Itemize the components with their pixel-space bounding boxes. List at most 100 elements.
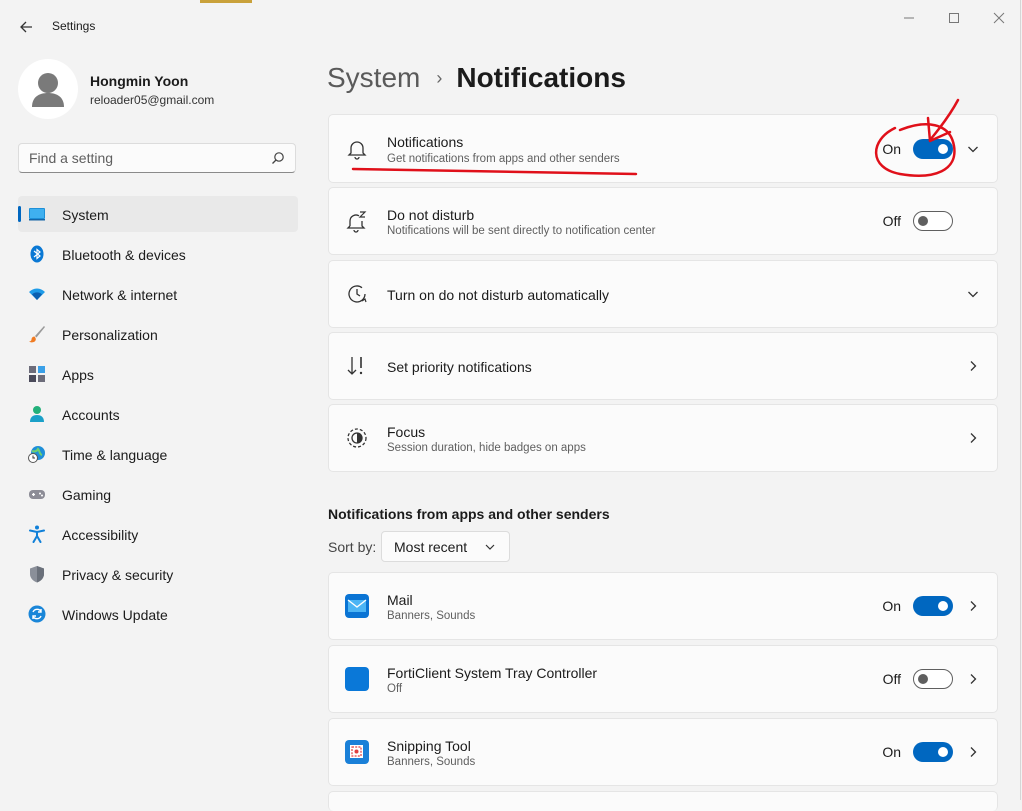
sort-dropdown[interactable]: Most recent [381, 531, 510, 562]
sidebar-item-label: Windows Update [62, 607, 168, 623]
chevron-down-icon [485, 544, 495, 550]
bell-zz-icon [346, 211, 367, 233]
chevron-right-icon[interactable] [967, 432, 979, 444]
sidebar-item-label: Apps [62, 367, 94, 383]
app-subtitle: Off [387, 683, 403, 695]
sidebar-item-label: Network & internet [62, 287, 178, 303]
setting-title: Notifications [387, 134, 464, 150]
maximize-icon [949, 13, 959, 23]
app-row-snipping-tool[interactable]: Snipping Tool Banners, Sounds On [328, 718, 998, 786]
app-row-forticlient[interactable]: FortiClient System Tray Controller Off O… [328, 645, 998, 713]
sidebar-item-gaming[interactable]: Gaming [18, 476, 298, 512]
dnd-automatic-row[interactable]: Turn on do not disturb automatically [328, 260, 998, 328]
setting-subtitle: Get notifications from apps and other se… [387, 153, 620, 165]
app-name: FortiClient System Tray Controller [387, 665, 598, 681]
setting-subtitle: Session duration, hide badges on apps [387, 442, 586, 454]
toggle-state-label: Off [882, 671, 901, 687]
sidebar-item-label: Privacy & security [62, 567, 174, 583]
forticlient-icon [345, 667, 369, 691]
gamepad-icon [29, 490, 45, 499]
focus-row[interactable]: Focus Session duration, hide badges on a… [328, 404, 998, 472]
toggle-state-label: On [882, 744, 901, 760]
do-not-disturb-toggle[interactable] [913, 211, 953, 231]
search-input[interactable] [29, 150, 259, 166]
mail-icon [345, 594, 369, 618]
section-title: Notifications from apps and other sender… [328, 506, 610, 522]
toggle-state-label: Off [882, 213, 901, 229]
brush-icon [29, 326, 45, 343]
setting-subtitle: Notifications will be sent directly to n… [387, 225, 656, 237]
sidebar-item-label: Bluetooth & devices [62, 247, 186, 263]
sidebar-item-accounts[interactable]: Accounts [18, 396, 298, 432]
chevron-down-icon[interactable] [967, 143, 979, 155]
sidebar-item-bluetooth[interactable]: Bluetooth & devices [18, 236, 298, 272]
app-row-partial [328, 791, 998, 811]
sidebar-item-network[interactable]: Network & internet [18, 276, 298, 312]
app-title: Settings [52, 19, 96, 33]
sidebar-item-time-language[interactable]: Time & language [18, 436, 298, 472]
sidebar-item-label: System [62, 207, 109, 223]
title-bar: Settings [0, 0, 1020, 52]
person-avatar-icon [32, 73, 64, 107]
toggle-state-label: On [882, 598, 901, 614]
setting-title: Focus [387, 424, 426, 440]
chevron-down-icon[interactable] [967, 288, 979, 300]
profile-name: Hongmin Yoon [90, 73, 189, 89]
forticlient-toggle[interactable] [913, 669, 953, 689]
bell-icon [347, 140, 367, 160]
search-icon[interactable] [271, 151, 285, 165]
breadcrumb: System › Notifications [327, 60, 626, 96]
app-subtitle: Banners, Sounds [387, 610, 476, 622]
chevron-right-icon[interactable] [967, 673, 979, 685]
priority-notifications-row[interactable]: Set priority notifications [328, 332, 998, 400]
minimize-button[interactable] [886, 8, 932, 28]
breadcrumb-parent-link[interactable]: System [327, 62, 420, 94]
notifications-toggle[interactable] [913, 138, 953, 159]
back-arrow-icon [20, 21, 32, 33]
shield-icon [30, 566, 44, 583]
sidebar-item-personalization[interactable]: Personalization [18, 316, 298, 352]
chevron-right-icon[interactable] [967, 600, 979, 612]
sidebar-item-label: Accounts [62, 407, 120, 423]
sidebar-item-label: Accessibility [62, 527, 139, 543]
app-subtitle: Banners, Sounds [387, 756, 476, 768]
back-button[interactable] [12, 14, 40, 40]
app-name: Snipping Tool [387, 738, 471, 754]
accessibility-icon [29, 525, 45, 543]
sidebar-item-apps[interactable]: Apps [18, 356, 298, 392]
chevron-right-icon[interactable] [967, 360, 979, 372]
close-icon [993, 12, 1005, 24]
search-box[interactable] [18, 143, 296, 173]
close-button[interactable] [976, 8, 1022, 28]
breadcrumb-separator: › [436, 67, 443, 88]
maximize-button[interactable] [931, 8, 977, 28]
sidebar-item-system[interactable]: System [18, 196, 298, 232]
app-name: Mail [387, 592, 413, 608]
sidebar-item-windows-update[interactable]: Windows Update [18, 596, 298, 632]
apps-icon [29, 366, 45, 382]
focus-icon [347, 428, 367, 448]
sidebar-item-privacy[interactable]: Privacy & security [18, 556, 298, 592]
profile-email: reloader05@gmail.com [90, 93, 215, 107]
sidebar-item-accessibility[interactable]: Accessibility [18, 516, 298, 552]
minimize-icon [904, 17, 914, 19]
mail-toggle[interactable] [913, 596, 953, 616]
sort-selected-value: Most recent [394, 539, 468, 555]
setting-title: Set priority notifications [387, 359, 532, 375]
sort-label: Sort by: [328, 539, 377, 555]
setting-title: Do not disturb [387, 207, 475, 223]
priority-sort-icon [347, 357, 363, 375]
snipping-tool-toggle[interactable] [913, 742, 953, 762]
notifications-setting-row[interactable]: Notifications Get notifications from app… [328, 114, 998, 183]
clock-icon [348, 285, 367, 303]
toggle-state-label: On [882, 140, 901, 157]
person-icon [30, 406, 44, 422]
setting-title: Turn on do not disturb automatically [387, 287, 610, 303]
avatar[interactable] [18, 59, 78, 119]
sidebar-item-label: Gaming [62, 487, 112, 503]
page-title: Notifications [456, 62, 626, 93]
globe-clock-icon [28, 446, 45, 463]
app-row-mail[interactable]: Mail Banners, Sounds On [328, 572, 998, 640]
snipping-tool-icon [345, 740, 369, 764]
chevron-right-icon[interactable] [967, 746, 979, 758]
